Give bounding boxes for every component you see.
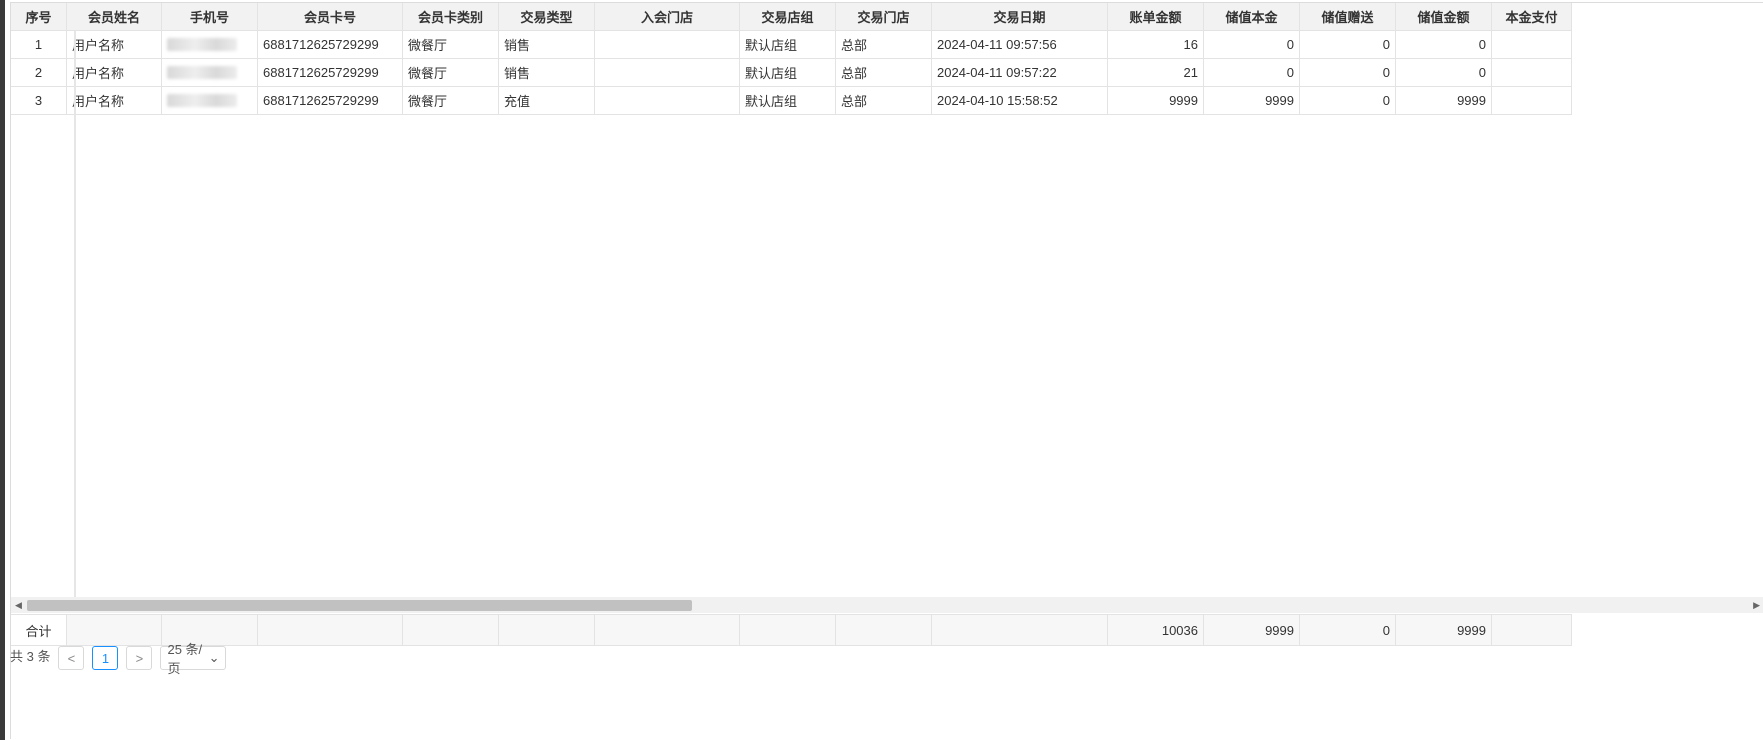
scroll-right-icon[interactable]: ▶ [1753,599,1760,611]
summary-card-type [403,614,499,646]
column-header-trans-store[interactable]: 交易门店 [836,3,932,31]
column-header-member-name[interactable]: 会员姓名 [67,3,162,31]
cell-store-group: 默认店组 [740,59,836,87]
cell-bill-amount: 16 [1108,31,1204,59]
cell-card-type: 微餐厅 [403,31,499,59]
cell-phone [162,87,258,115]
summary-member-name [67,614,162,646]
cell-trans-type: 销售 [499,31,595,59]
column-header-trans-date[interactable]: 交易日期 [932,3,1108,31]
cell-card-no: 6881712625729299 [258,59,403,87]
cell-stored-amount: 0 [1396,31,1492,59]
column-header-trans-type[interactable]: 交易类型 [499,3,595,31]
summary-trans-date [932,614,1108,646]
summary-bill-amount: 10036 [1108,614,1204,646]
cell-card-no: 6881712625729299 [258,87,403,115]
cell-member-name: 用户名称 [67,87,162,115]
cell-trans-store: 总部 [836,31,932,59]
cell-seq: 1 [11,31,67,59]
prev-page-button[interactable]: < [58,646,85,670]
cell-trans-store: 总部 [836,87,932,115]
next-page-button[interactable]: > [126,646,153,670]
column-header-principal-pay[interactable]: 本金支付 [1492,3,1572,31]
cell-trans-type: 销售 [499,59,595,87]
column-header-card-no[interactable]: 会员卡号 [258,3,403,31]
summary-principal-pay [1492,614,1572,646]
summary-join-store [595,614,740,646]
cell-bill-amount: 9999 [1108,87,1204,115]
cell-bill-amount: 21 [1108,59,1204,87]
table-row[interactable]: 2 用户名称 6881712625729299 微餐厅 销售 默认店组 总部 2024-04-… [11,59,1572,87]
column-header-stored-amount[interactable]: 储值金额 [1396,3,1492,31]
cell-join-store [595,87,740,115]
column-header-seq[interactable]: 序号 [11,3,67,31]
pagination: 共 3 条 < 1 > 25 条/页 ⌄ [10,642,227,686]
table-row[interactable]: 3 用户名称 6881712625729299 微餐厅 充值 默认店组 总部 2024-04-… [11,87,1572,115]
cell-stored-amount: 9999 [1396,87,1492,115]
cell-stored-bonus: 0 [1300,59,1396,87]
cell-principal-pay [1492,59,1572,87]
cell-trans-date: 2024-04-11 09:57:56 [932,31,1108,59]
summary-trans-type [499,614,595,646]
column-header-join-store[interactable]: 入会门店 [595,3,740,31]
summary-row: 合计 10036 9999 0 9999 [11,614,1572,646]
cell-stored-bonus: 0 [1300,31,1396,59]
horizontal-scrollbar[interactable]: ◀ ▶ [11,597,1763,613]
total-count: 共 3 条 [10,649,51,664]
cell-stored-principal: 0 [1204,31,1300,59]
column-header-bill-amount[interactable]: 账单金额 [1108,3,1204,31]
window-edge [0,0,5,740]
cell-seq: 3 [11,87,67,115]
column-header-stored-principal[interactable]: 储值本金 [1204,3,1300,31]
column-header-card-type[interactable]: 会员卡类别 [403,3,499,31]
table-header: 序号 会员姓名 手机号 会员卡号 会员卡类别 交易类型 入会门店 交易店组 交易门店 交易日期 账单… [11,3,1572,31]
summary-card-no [258,614,403,646]
cell-member-name: 用户名称 [67,31,162,59]
cell-card-type: 微餐厅 [403,87,499,115]
table-row[interactable]: 1 用户名称 6881712625729299 微餐厅 销售 默认店组 总部 2024-04-… [11,31,1572,59]
summary-stored-amount: 9999 [1396,614,1492,646]
summary-store-group [740,614,836,646]
cell-card-no: 6881712625729299 [258,31,403,59]
summary-stored-principal: 9999 [1204,614,1300,646]
cell-stored-principal: 0 [1204,59,1300,87]
summary-trans-store [836,614,932,646]
transactions-table: 序号 会员姓名 手机号 会员卡号 会员卡类别 交易类型 入会门店 交易店组 交易门店 交易日期 账单… [10,2,1763,739]
cell-trans-store: 总部 [836,59,932,87]
scrollbar-thumb[interactable] [27,600,692,611]
cell-principal-pay [1492,87,1572,115]
frozen-column-divider [74,31,76,611]
column-header-store-group[interactable]: 交易店组 [740,3,836,31]
summary-stored-bonus: 0 [1300,614,1396,646]
cell-seq: 2 [11,59,67,87]
cell-card-type: 微餐厅 [403,59,499,87]
cell-principal-pay [1492,31,1572,59]
cell-trans-type: 充值 [499,87,595,115]
cell-stored-principal: 9999 [1204,87,1300,115]
redacted-phone [167,38,237,51]
page-1-button[interactable]: 1 [92,646,119,670]
scroll-left-icon[interactable]: ◀ [15,599,22,611]
cell-stored-amount: 0 [1396,59,1492,87]
cell-trans-date: 2024-04-11 09:57:22 [932,59,1108,87]
cell-join-store [595,59,740,87]
cell-store-group: 默认店组 [740,87,836,115]
chevron-down-icon: ⌄ [208,650,220,665]
page-size-select[interactable]: 25 条/页 ⌄ [160,642,227,676]
summary-seq: 合计 [11,614,67,646]
redacted-phone [167,66,237,79]
cell-stored-bonus: 0 [1300,87,1396,115]
page-size-label: 25 条/页 [167,642,203,676]
cell-member-name: 用户名称 [67,59,162,87]
cell-phone [162,59,258,87]
column-header-stored-bonus[interactable]: 储值赠送 [1300,3,1396,31]
column-header-phone[interactable]: 手机号 [162,3,258,31]
redacted-phone [167,94,237,107]
cell-join-store [595,31,740,59]
cell-phone [162,31,258,59]
cell-trans-date: 2024-04-10 15:58:52 [932,87,1108,115]
cell-store-group: 默认店组 [740,31,836,59]
